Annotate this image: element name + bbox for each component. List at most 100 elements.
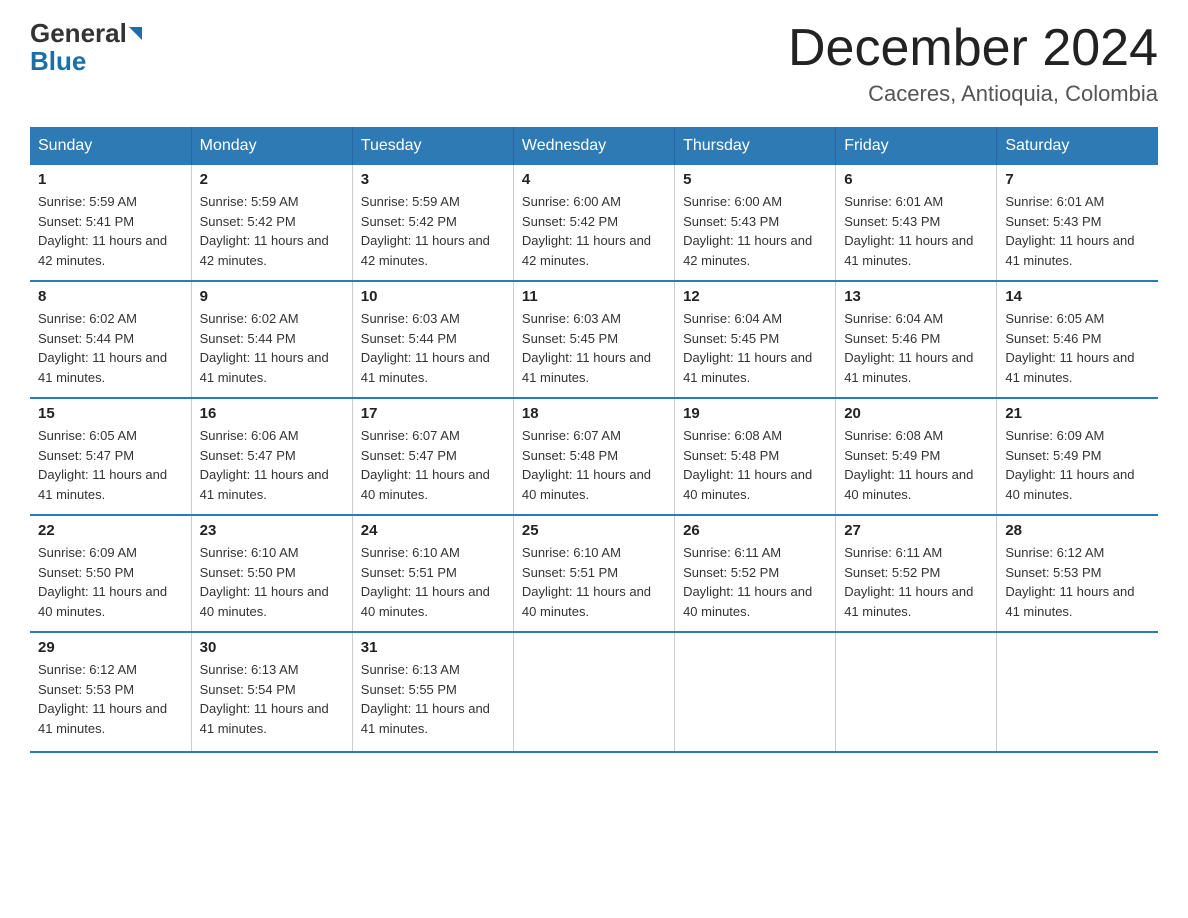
day-info: Sunrise: 6:04 AM Sunset: 5:46 PM Dayligh… [844, 309, 988, 387]
day-cell: 16 Sunrise: 6:06 AM Sunset: 5:47 PM Dayli… [191, 398, 352, 515]
day-number: 10 [361, 288, 505, 305]
day-number: 29 [38, 639, 183, 656]
day-cell: 4 Sunrise: 6:00 AM Sunset: 5:42 PM Daylig… [513, 165, 674, 281]
header-sunday: Sunday [30, 127, 191, 165]
day-info: Sunrise: 5:59 AM Sunset: 5:41 PM Dayligh… [38, 192, 183, 270]
header-row: Sunday Monday Tuesday Wednesday Thursday… [30, 127, 1158, 165]
day-number: 5 [683, 171, 827, 188]
day-number: 19 [683, 405, 827, 422]
day-number: 25 [522, 522, 666, 539]
day-info: Sunrise: 6:05 AM Sunset: 5:46 PM Dayligh… [1005, 309, 1150, 387]
day-cell: 7Sunrise: 6:01 AM Sunset: 5:43 PM Daylig… [997, 165, 1158, 281]
day-info: Sunrise: 6:01 AM Sunset: 5:43 PM Dayligh… [844, 192, 988, 270]
calendar-body: 1 Sunrise: 5:59 AM Sunset: 5:41 PM Daylig… [30, 165, 1158, 752]
day-cell: 3 Sunrise: 5:59 AM Sunset: 5:42 PM Daylig… [352, 165, 513, 281]
week-row-3: 15Sunrise: 6:05 AM Sunset: 5:47 PM Dayli… [30, 398, 1158, 515]
day-info: Sunrise: 6:10 AM Sunset: 5:51 PM Dayligh… [361, 543, 505, 621]
day-cell: 11 Sunrise: 6:03 AM Sunset: 5:45 PM Dayli… [513, 281, 674, 398]
day-cell: 22 Sunrise: 6:09 AM Sunset: 5:50 PM Dayli… [30, 515, 191, 632]
day-info: Sunrise: 6:02 AM Sunset: 5:44 PM Dayligh… [200, 309, 344, 387]
day-info: Sunrise: 6:03 AM Sunset: 5:45 PM Dayligh… [522, 309, 666, 387]
logo-arrow-icon [129, 27, 142, 40]
day-cell: 24 Sunrise: 6:10 AM Sunset: 5:51 PM Dayli… [352, 515, 513, 632]
day-number: 27 [844, 522, 988, 539]
day-cell: 15Sunrise: 6:05 AM Sunset: 5:47 PM Dayli… [30, 398, 191, 515]
day-number: 2 [200, 171, 344, 188]
day-number: 20 [844, 405, 988, 422]
day-number: 31 [361, 639, 505, 656]
day-cell: 12Sunrise: 6:04 AM Sunset: 5:45 PM Dayli… [675, 281, 836, 398]
week-row-4: 22 Sunrise: 6:09 AM Sunset: 5:50 PM Dayli… [30, 515, 1158, 632]
week-row-2: 8 Sunrise: 6:02 AM Sunset: 5:44 PM Daylig… [30, 281, 1158, 398]
day-number: 18 [522, 405, 666, 422]
day-cell: 17Sunrise: 6:07 AM Sunset: 5:47 PM Dayli… [352, 398, 513, 515]
day-number: 11 [522, 288, 666, 305]
logo-general-text: General [30, 20, 127, 46]
day-number: 3 [361, 171, 505, 188]
day-cell: 31 Sunrise: 6:13 AM Sunset: 5:55 PM Dayli… [352, 632, 513, 752]
day-cell: 21Sunrise: 6:09 AM Sunset: 5:49 PM Dayli… [997, 398, 1158, 515]
day-number: 6 [844, 171, 988, 188]
day-info: Sunrise: 6:09 AM Sunset: 5:49 PM Dayligh… [1005, 426, 1150, 504]
day-cell [675, 632, 836, 752]
day-info: Sunrise: 6:13 AM Sunset: 5:54 PM Dayligh… [200, 660, 344, 738]
day-info: Sunrise: 6:12 AM Sunset: 5:53 PM Dayligh… [38, 660, 183, 738]
day-cell: 5 Sunrise: 6:00 AM Sunset: 5:43 PM Daylig… [675, 165, 836, 281]
day-info: Sunrise: 6:11 AM Sunset: 5:52 PM Dayligh… [683, 543, 827, 621]
day-info: Sunrise: 6:00 AM Sunset: 5:43 PM Dayligh… [683, 192, 827, 270]
logo-blue-text: Blue [30, 46, 86, 76]
day-number: 13 [844, 288, 988, 305]
day-info: Sunrise: 6:13 AM Sunset: 5:55 PM Dayligh… [361, 660, 505, 738]
day-cell [997, 632, 1158, 752]
day-info: Sunrise: 5:59 AM Sunset: 5:42 PM Dayligh… [361, 192, 505, 270]
calendar-header: Sunday Monday Tuesday Wednesday Thursday… [30, 127, 1158, 165]
calendar-subtitle: Caceres, Antioquia, Colombia [788, 81, 1158, 107]
day-info: Sunrise: 6:01 AM Sunset: 5:43 PM Dayligh… [1005, 192, 1150, 270]
day-info: Sunrise: 6:05 AM Sunset: 5:47 PM Dayligh… [38, 426, 183, 504]
day-cell: 29 Sunrise: 6:12 AM Sunset: 5:53 PM Dayli… [30, 632, 191, 752]
day-info: Sunrise: 6:09 AM Sunset: 5:50 PM Dayligh… [38, 543, 183, 621]
day-info: Sunrise: 6:02 AM Sunset: 5:44 PM Dayligh… [38, 309, 183, 387]
day-cell: 2 Sunrise: 5:59 AM Sunset: 5:42 PM Daylig… [191, 165, 352, 281]
day-number: 22 [38, 522, 183, 539]
day-info: Sunrise: 6:10 AM Sunset: 5:51 PM Dayligh… [522, 543, 666, 621]
logo: General Blue [30, 20, 144, 77]
header-wednesday: Wednesday [513, 127, 674, 165]
day-number: 30 [200, 639, 344, 656]
day-number: 16 [200, 405, 344, 422]
day-cell: 1 Sunrise: 5:59 AM Sunset: 5:41 PM Daylig… [30, 165, 191, 281]
day-cell [836, 632, 997, 752]
header-friday: Friday [836, 127, 997, 165]
calendar-title: December 2024 [788, 20, 1158, 77]
title-block: December 2024 Caceres, Antioquia, Colomb… [788, 20, 1158, 107]
day-number: 23 [200, 522, 344, 539]
day-info: Sunrise: 5:59 AM Sunset: 5:42 PM Dayligh… [200, 192, 344, 270]
week-row-1: 1 Sunrise: 5:59 AM Sunset: 5:41 PM Daylig… [30, 165, 1158, 281]
day-info: Sunrise: 6:12 AM Sunset: 5:53 PM Dayligh… [1005, 543, 1150, 621]
day-number: 4 [522, 171, 666, 188]
day-info: Sunrise: 6:07 AM Sunset: 5:48 PM Dayligh… [522, 426, 666, 504]
day-info: Sunrise: 6:06 AM Sunset: 5:47 PM Dayligh… [200, 426, 344, 504]
day-info: Sunrise: 6:07 AM Sunset: 5:47 PM Dayligh… [361, 426, 505, 504]
day-cell: 30 Sunrise: 6:13 AM Sunset: 5:54 PM Dayli… [191, 632, 352, 752]
day-number: 24 [361, 522, 505, 539]
day-cell: 27Sunrise: 6:11 AM Sunset: 5:52 PM Dayli… [836, 515, 997, 632]
day-info: Sunrise: 6:03 AM Sunset: 5:44 PM Dayligh… [361, 309, 505, 387]
day-cell: 13 Sunrise: 6:04 AM Sunset: 5:46 PM Dayli… [836, 281, 997, 398]
day-cell: 25 Sunrise: 6:10 AM Sunset: 5:51 PM Dayli… [513, 515, 674, 632]
day-number: 26 [683, 522, 827, 539]
day-cell: 10 Sunrise: 6:03 AM Sunset: 5:44 PM Dayli… [352, 281, 513, 398]
header-monday: Monday [191, 127, 352, 165]
day-cell: 9 Sunrise: 6:02 AM Sunset: 5:44 PM Daylig… [191, 281, 352, 398]
day-cell: 23 Sunrise: 6:10 AM Sunset: 5:50 PM Dayli… [191, 515, 352, 632]
day-cell: 26 Sunrise: 6:11 AM Sunset: 5:52 PM Dayli… [675, 515, 836, 632]
day-info: Sunrise: 6:10 AM Sunset: 5:50 PM Dayligh… [200, 543, 344, 621]
day-cell: 20Sunrise: 6:08 AM Sunset: 5:49 PM Dayli… [836, 398, 997, 515]
day-number: 9 [200, 288, 344, 305]
day-cell: 14Sunrise: 6:05 AM Sunset: 5:46 PM Dayli… [997, 281, 1158, 398]
day-info: Sunrise: 6:00 AM Sunset: 5:42 PM Dayligh… [522, 192, 666, 270]
page-header: General Blue December 2024 Caceres, Anti… [30, 20, 1158, 107]
day-number: 1 [38, 171, 183, 188]
day-number: 8 [38, 288, 183, 305]
header-tuesday: Tuesday [352, 127, 513, 165]
